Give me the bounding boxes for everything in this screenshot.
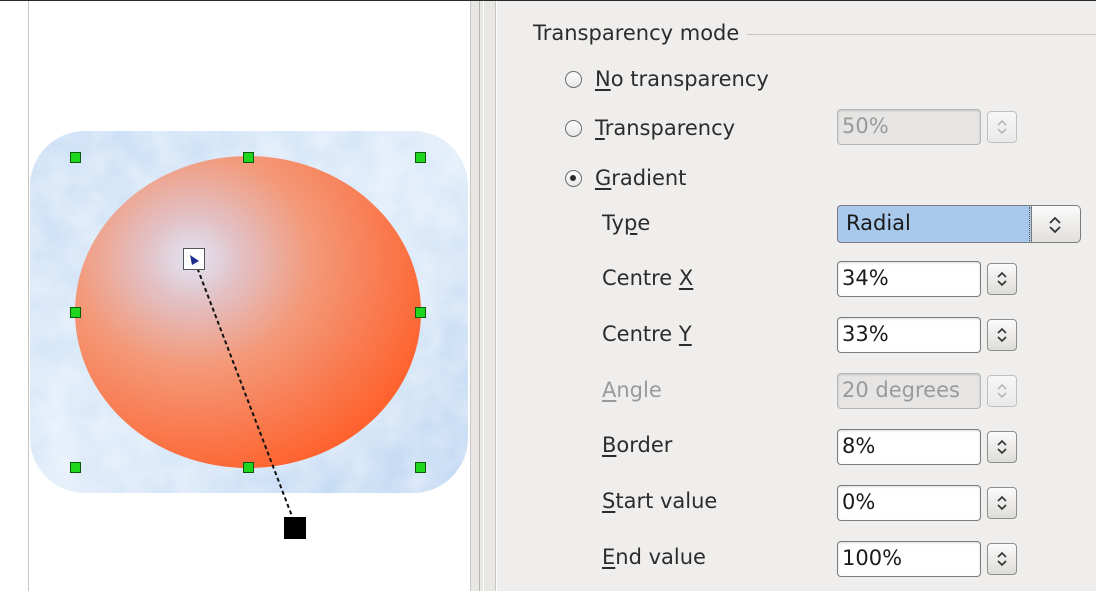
- gradient-end-handle-icon[interactable]: [284, 517, 306, 539]
- centre-y-spinbox[interactable]: 33%: [837, 317, 1017, 353]
- selection-handle-icon[interactable]: [70, 307, 81, 318]
- gradient-type-value[interactable]: Radial: [837, 205, 1032, 243]
- selection-handle-icon[interactable]: [70, 152, 81, 163]
- radio-label: Gradient: [595, 166, 687, 190]
- selection-handle-icon[interactable]: [415, 462, 426, 473]
- pane-splitter[interactable]: [470, 1, 496, 591]
- radio-transparency[interactable]: Transparency: [565, 113, 735, 143]
- angle-label: Angle: [602, 378, 662, 402]
- spin-arrows-icon[interactable]: [987, 487, 1017, 519]
- drawing-canvas[interactable]: [8, 1, 468, 591]
- end-value-input[interactable]: 100%: [837, 541, 981, 577]
- spin-arrows-icon[interactable]: [987, 263, 1017, 295]
- selection-handle-icon[interactable]: [243, 462, 254, 473]
- radio-label: No transparency: [595, 67, 769, 91]
- splitter-grip: [479, 1, 480, 591]
- radio-button[interactable]: [565, 70, 582, 88]
- selection-handle-icon[interactable]: [243, 152, 254, 163]
- border-spinbox[interactable]: 8%: [837, 429, 1017, 465]
- angle-input: 20 degrees: [837, 373, 981, 409]
- start-value-input[interactable]: 0%: [837, 485, 981, 521]
- radio-label: Transparency: [595, 116, 736, 140]
- circle-shape: [75, 156, 421, 468]
- radio-button[interactable]: [565, 119, 582, 137]
- transparency-value-spinbox: 50%: [837, 109, 1017, 145]
- gradient-center-handle-icon[interactable]: [183, 248, 205, 270]
- start-value-spinbox[interactable]: 0%: [837, 485, 1017, 521]
- border-input[interactable]: 8%: [837, 429, 981, 465]
- centre-y-input[interactable]: 33%: [837, 317, 981, 353]
- angle-spinbox: 20 degrees: [837, 373, 1017, 409]
- spin-arrows-icon: [987, 111, 1017, 143]
- spin-arrows-icon[interactable]: [987, 431, 1017, 463]
- selection-handle-icon[interactable]: [415, 307, 426, 318]
- radio-no-transparency[interactable]: No transparency: [565, 64, 769, 94]
- radio-gradient[interactable]: Gradient: [565, 163, 686, 193]
- spin-arrows-icon[interactable]: [987, 319, 1017, 351]
- splitter-grip-highlight: [483, 1, 484, 591]
- type-label: Type: [602, 211, 651, 235]
- selection-handle-icon[interactable]: [415, 152, 426, 163]
- centre-x-spinbox[interactable]: 34%: [837, 261, 1017, 297]
- transparency-panel: Transparency mode No transparency Transp…: [497, 1, 1096, 591]
- gradient-type-select[interactable]: Radial: [837, 205, 1081, 243]
- dropdown-arrows-icon[interactable]: [1032, 205, 1081, 243]
- radio-button-checked[interactable]: [565, 169, 582, 187]
- centre-x-input[interactable]: 34%: [837, 261, 981, 297]
- border-label: Border: [602, 433, 673, 457]
- end-value-label: End value: [602, 545, 706, 569]
- spin-arrows-icon[interactable]: [987, 543, 1017, 575]
- section-title: Transparency mode: [533, 21, 748, 45]
- transparency-value-input: 50%: [837, 109, 981, 145]
- start-value-label: Start value: [602, 489, 718, 513]
- spin-arrows-icon: [987, 375, 1017, 407]
- end-value-spinbox[interactable]: 100%: [837, 541, 1017, 577]
- preview-drawing: [30, 131, 468, 525]
- selection-handle-icon[interactable]: [70, 462, 81, 473]
- centre-y-label: Centre Y: [602, 322, 692, 346]
- centre-x-label: Centre X: [602, 266, 694, 290]
